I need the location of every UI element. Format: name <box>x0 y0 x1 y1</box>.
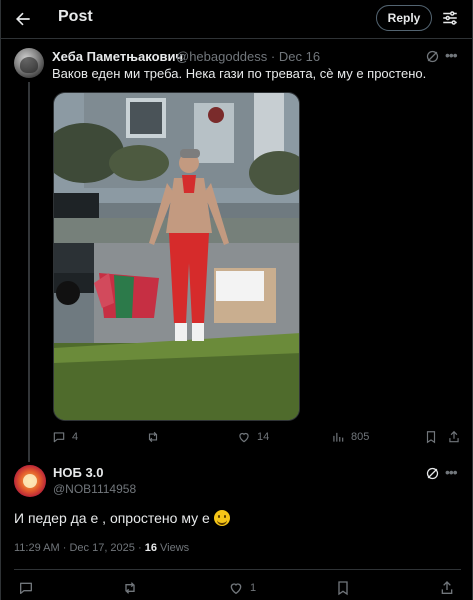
bookmark-action[interactable] <box>335 580 351 596</box>
tweet-date[interactable]: Dec 17, 2025 <box>69 542 134 554</box>
parent-author-name[interactable]: Хеба Паметњакович <box>52 49 183 64</box>
parent-meta: @hebagoddess · Dec 16 <box>176 49 320 64</box>
tweet-timestamp: 11:29 AM · Dec 17, 2025 · 16 Views <box>14 542 189 554</box>
page-title: Post <box>58 8 93 25</box>
meta-separator: · <box>137 542 142 554</box>
reply-button[interactable]: Reply <box>376 5 432 31</box>
main-action-bar: 1 <box>1 580 473 598</box>
bookmark-icon <box>338 581 348 596</box>
arrow-left-icon[interactable] <box>13 9 33 29</box>
share-icon <box>449 430 459 443</box>
share-icon <box>441 581 453 594</box>
bookmark-icon <box>426 431 436 444</box>
repost-action[interactable] <box>146 430 166 444</box>
parent-action-bar: 4 14 805 <box>52 430 462 448</box>
meta-divider <box>14 569 461 570</box>
reply-action[interactable]: 4 <box>52 430 78 444</box>
repost-action[interactable] <box>122 580 144 596</box>
views-count: 805 <box>351 431 370 443</box>
like-count: 14 <box>257 431 270 443</box>
bookmark-action[interactable] <box>424 430 438 444</box>
parent-avatar[interactable] <box>14 48 44 78</box>
heart-icon <box>230 583 242 595</box>
views-number: 16 <box>144 542 157 554</box>
header-divider <box>1 38 473 39</box>
main-handle[interactable]: @NOB1114958 <box>53 482 136 496</box>
reply-count: 4 <box>72 431 79 443</box>
views-action[interactable]: 805 <box>331 430 369 444</box>
more-options-icon[interactable]: ••• <box>445 47 463 65</box>
smiling-face-emoji <box>213 510 230 526</box>
more-options-icon[interactable]: ••• <box>445 464 463 482</box>
main-author-name[interactable]: НОБ 3.0 <box>53 465 104 480</box>
thread-connector <box>28 82 30 462</box>
reply-icon <box>53 432 65 443</box>
analytics-icon <box>333 432 344 442</box>
repost-icon <box>148 431 158 443</box>
like-action[interactable]: 14 <box>237 430 269 444</box>
heart-icon <box>239 432 249 443</box>
tweet-time[interactable]: 11:29 AM <box>14 542 60 554</box>
settings-sliders-icon[interactable] <box>441 9 459 27</box>
meta-separator: · <box>270 49 276 64</box>
meta-separator: · <box>62 542 67 554</box>
like-action[interactable]: 1 <box>228 580 256 596</box>
grok-icon[interactable] <box>425 466 440 481</box>
reply-icon <box>20 582 32 594</box>
main-avatar[interactable] <box>14 465 46 497</box>
parent-handle[interactable]: @hebagoddess <box>176 49 267 64</box>
post-page: Post Reply Хеба Паметњакович @hebagoddes… <box>0 0 473 600</box>
parent-tweet-text: Ваков еден ми треба. Нека гази по треват… <box>52 66 427 81</box>
views-label: Views <box>160 542 190 554</box>
tweet-photo[interactable] <box>53 92 300 421</box>
repost-icon <box>125 582 135 594</box>
share-action[interactable] <box>439 580 455 596</box>
share-action[interactable] <box>447 430 461 444</box>
main-tweet-text: И педер да е , опростено му е <box>14 510 230 526</box>
main-tweet-body: И педер да е , опростено му е <box>14 510 210 526</box>
like-count: 1 <box>250 582 257 594</box>
parent-date[interactable]: Dec 16 <box>279 49 320 64</box>
page-header: Post Reply <box>1 0 473 38</box>
grok-icon[interactable] <box>425 49 440 64</box>
reply-action[interactable] <box>18 580 40 596</box>
